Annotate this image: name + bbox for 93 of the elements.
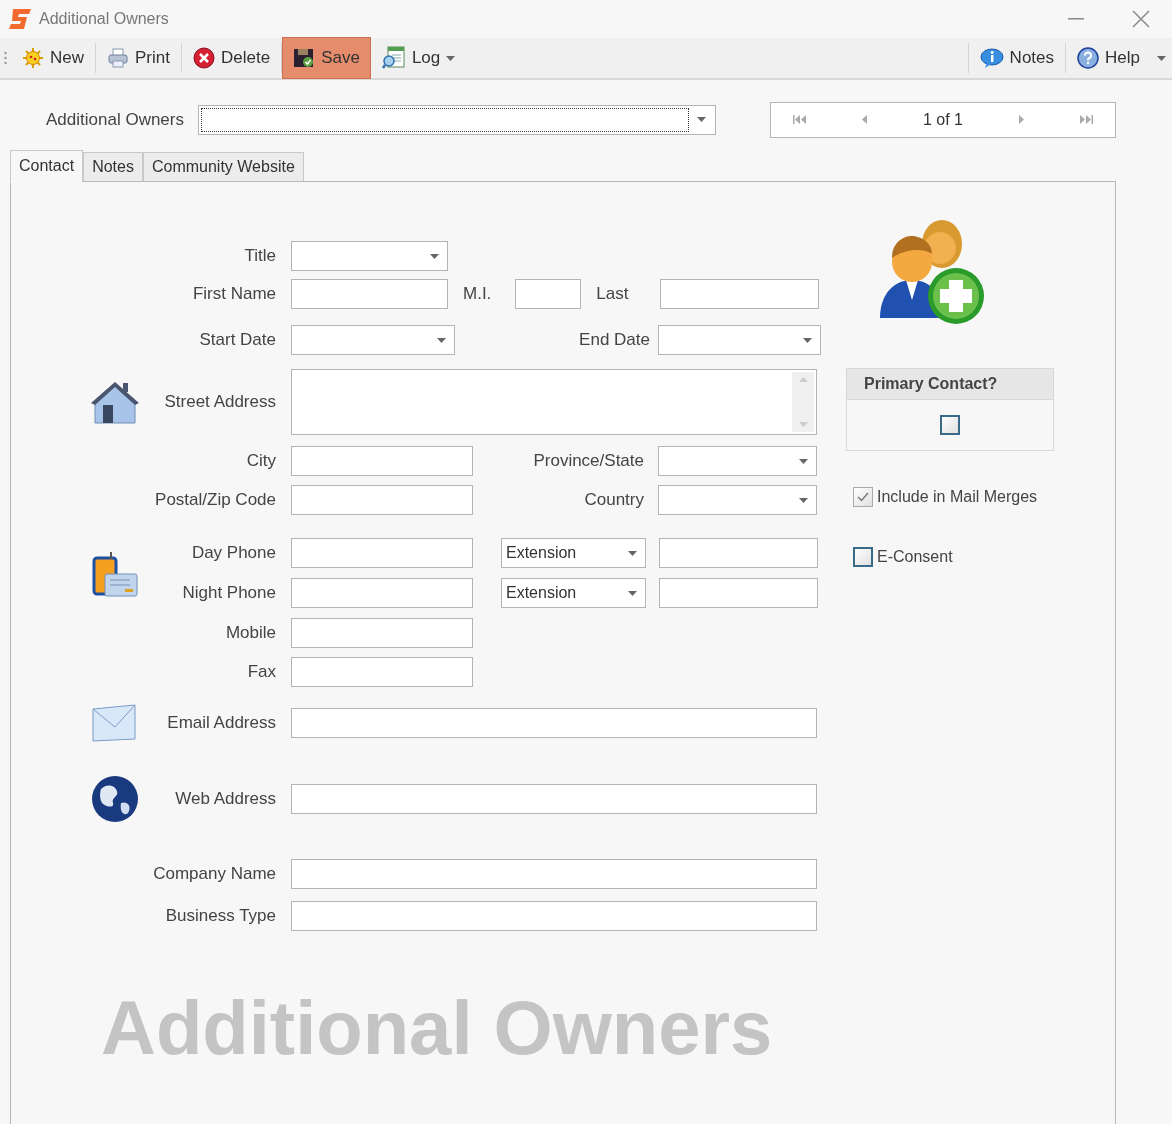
checkmark-icon [857,492,869,502]
next-record-icon[interactable] [1018,115,1024,124]
text-field[interactable] [291,578,473,608]
scrollbar[interactable] [792,372,814,432]
checkbox[interactable] [853,547,873,567]
field-label: Email Address [167,712,276,735]
field-label: Street Address [164,391,276,414]
toolbar-button[interactable]: Help [1066,37,1151,79]
tab[interactable]: Community Website [142,152,304,181]
panel-title: Primary Contact? [864,374,998,394]
text-field[interactable] [291,657,473,687]
dropdown-caret-icon [430,253,439,259]
toolbar-button[interactable]: Notes [968,37,1066,79]
field-label: First Name [192,283,276,306]
field-label: City [246,450,276,473]
toolbar-button[interactable]: New [11,37,95,79]
text-field[interactable] [291,446,473,476]
field-label: Web Address [175,788,276,811]
record-dropdown[interactable] [198,104,716,135]
dropdown-caret-icon [696,117,706,122]
window-title: Additional Owners [39,9,169,29]
address-text-area[interactable] [291,369,817,435]
dropdown-field[interactable] [658,325,821,355]
dropdown-caret-icon [803,337,812,343]
dropdown-field[interactable]: Extension [501,538,646,568]
checkbox[interactable] [853,487,873,507]
checkbox-label[interactable]: E-Consent [877,545,953,569]
text-field[interactable] [659,578,818,608]
dropdown-field[interactable] [291,241,448,271]
first-record-icon[interactable] [793,115,807,124]
text-field[interactable] [291,485,473,515]
field-label: Additional Owners [46,108,184,131]
text-field[interactable] [291,901,817,931]
globe-icon [91,775,139,823]
scroll-down-icon[interactable] [798,422,808,427]
tab[interactable]: Contact [10,150,84,182]
field-label: Postal/Zip Code [155,489,276,512]
field-label: End Date [579,329,650,352]
text-field[interactable] [291,618,473,648]
field-label: Mobile [225,622,276,645]
text-field[interactable] [291,538,473,568]
toolbar-button[interactable]: Save [282,37,371,79]
field-label: Start Date [199,329,276,352]
phone-card-icon [91,552,139,600]
field-label: Country [584,489,644,512]
record-position: 1 of 1 [922,109,963,130]
dropdown-field[interactable]: Extension [501,578,646,608]
field-label: M.I. [463,284,492,304]
checkbox[interactable] [940,415,960,435]
dropdown-caret-icon [437,337,446,343]
dropdown-caret-icon [628,590,637,596]
text-field[interactable] [659,538,818,568]
text-field[interactable] [515,279,582,309]
dropdown-field[interactable] [291,325,455,355]
text-field[interactable] [291,784,817,814]
checkbox-label[interactable]: Include in Mail Merges [877,485,1038,509]
sun-icon [22,47,44,69]
text-field[interactable] [291,859,817,889]
previous-record-icon[interactable] [862,115,868,124]
field-label: Business Type [165,905,276,928]
tab[interactable]: Notes [83,152,143,181]
last-record-icon[interactable] [1078,115,1093,124]
delete-icon [193,47,215,69]
toolbar-button[interactable]: Print [96,37,181,79]
info-bubble-icon [979,47,1004,69]
field-label: Fax [247,661,276,684]
scroll-up-icon[interactable] [798,377,808,382]
text-field[interactable] [291,708,817,738]
text-field[interactable] [660,279,820,309]
help-icon [1077,47,1100,69]
toolbar-grip-icon [4,51,7,65]
dropdown-caret-icon [1157,55,1166,61]
field-label: Company Name [153,863,276,886]
dropdown-field[interactable] [658,446,817,476]
dropdown-field[interactable] [658,485,817,515]
app-logo-icon [8,8,32,30]
house-icon [91,379,139,425]
field-label: Last [596,284,629,304]
field-label: Night Phone [182,582,276,605]
minimize-icon[interactable] [1068,18,1084,20]
text-field[interactable] [291,279,448,309]
dropdown-caret-icon [799,497,808,503]
dropdown-caret-icon [628,550,637,556]
field-label: Province/State [533,450,644,473]
toolbar-button[interactable]: Delete [182,37,282,79]
document-magnifier-icon [381,46,406,70]
printer-icon [107,47,129,69]
toolbar-button[interactable]: Log [370,37,467,79]
dropdown-caret-icon [799,458,808,464]
field-label: Title [244,245,276,268]
close-icon[interactable] [1132,10,1150,28]
envelope-icon [91,703,137,743]
field-label: Day Phone [191,542,276,565]
